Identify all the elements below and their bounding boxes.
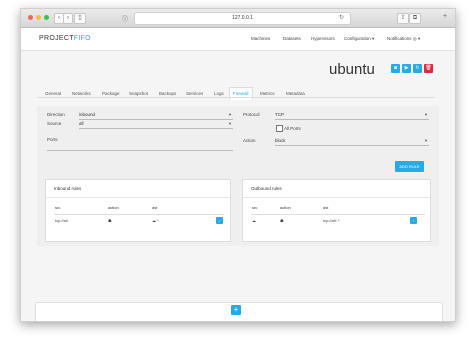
add-rule-button[interactable]: ADD RULE [395, 161, 424, 172]
nav-configuration[interactable]: Configuration ▾ [344, 36, 374, 42]
protocol-value: TCP [275, 112, 284, 117]
app-logo[interactable]: PROJECTFIFO [39, 35, 91, 42]
maximize-window-icon[interactable] [44, 15, 49, 20]
direction-value: inbound [79, 112, 96, 117]
reboot-button[interactable]: ↻ [413, 64, 422, 73]
inbound-rules-card: Inbound rules src action dst tcp://all ☗… [45, 179, 231, 242]
add-button[interactable]: + [231, 305, 241, 315]
nav-notifications[interactable]: Notifications ◎ ▾ [387, 36, 420, 42]
forward-icon[interactable]: › [63, 13, 73, 24]
outbound-row-action: ☗ [280, 218, 284, 223]
sidebar-icon[interactable]: ▯ [74, 13, 86, 24]
inbound-row-dst: ☁ * [152, 218, 159, 223]
tab-firewall[interactable]: Firewall [229, 87, 253, 100]
browser-window: ‹ › ▯ ⓘ 127.0.0.1 ↻ ⇪ ⧉ + PROJECTFIFO Ma… [20, 8, 456, 322]
tabs-icon[interactable]: ⧉ [409, 13, 421, 24]
page-title: ubuntu [329, 61, 375, 78]
plus-icon: + [233, 305, 239, 314]
caret-down-icon: ▼ [424, 112, 428, 117]
outbound-rules-title: Outbound rules [243, 180, 430, 198]
table-divider [54, 214, 224, 215]
ports-input[interactable] [47, 142, 233, 151]
outbound-src-header: src [252, 205, 258, 210]
stop-icon: ■ [393, 65, 398, 71]
outbound-row-src: ☁ [252, 218, 256, 223]
inbound-rules-title: Inbound rules [46, 180, 230, 198]
direction-label: Direction [47, 112, 65, 117]
inbound-row-menu-button[interactable]: › [216, 217, 223, 224]
action-value: block [275, 138, 286, 143]
direction-select[interactable]: inbound ▼ [79, 111, 233, 120]
inbound-dst-header: dst [152, 205, 158, 210]
privacy-icon[interactable]: ⓘ [122, 14, 128, 23]
inbound-row-action: ☗ [108, 218, 112, 223]
url-bar[interactable]: 127.0.0.1 [134, 12, 351, 25]
protocol-select[interactable]: TCP ▼ [275, 111, 429, 120]
tab-metadata[interactable]: Metadata [283, 89, 308, 98]
protocol-label: Protocol [243, 112, 260, 117]
browser-titlebar: ‹ › ▯ ⓘ 127.0.0.1 ↻ ⇪ ⧉ + [21, 9, 455, 28]
chevron-right-icon: › [218, 218, 221, 223]
play-icon: ▶ [404, 65, 409, 71]
outbound-rules-card: Outbound rules src action dst ☁ ☗ tcp://… [242, 179, 431, 242]
inbound-row-src: tcp://all [55, 218, 68, 223]
table-divider [251, 214, 425, 215]
nav-hypervisors[interactable]: Hypervisors [311, 36, 335, 41]
source-select[interactable]: all ▼ [79, 120, 233, 129]
outbound-row-dst: tcp://all: * [323, 218, 340, 223]
action-label: Action [243, 138, 256, 143]
stop-button[interactable]: ■ [391, 64, 400, 73]
all-ports-label: All Ports [284, 126, 301, 131]
outbound-row-menu-button[interactable]: › [410, 217, 417, 224]
source-label: Source [47, 121, 62, 126]
caret-down-icon: ▼ [424, 138, 428, 143]
delete-button[interactable]: 🗑 [424, 64, 433, 73]
reload-icon[interactable]: ↻ [339, 14, 344, 21]
new-tab-icon[interactable]: + [443, 13, 447, 20]
minimize-window-icon[interactable] [36, 15, 41, 20]
outbound-dst-header: dst [323, 205, 329, 210]
url-text: 127.0.0.1 [232, 15, 253, 21]
refresh-icon: ↻ [415, 65, 420, 71]
tab-metrics[interactable]: Metrics [257, 89, 278, 98]
caret-down-icon: ▼ [228, 121, 232, 126]
app-navbar: PROJECTFIFO Machines Datasets Hypervisor… [21, 28, 455, 51]
inbound-src-header: src [55, 205, 61, 210]
caret-down-icon: ▼ [228, 112, 232, 117]
inbound-action-header: action [108, 205, 119, 210]
share-icon[interactable]: ⇪ [397, 13, 409, 24]
nav-datasets[interactable]: Datasets [283, 36, 301, 41]
trash-icon: 🗑 [425, 65, 432, 71]
outbound-action-header: action [280, 205, 291, 210]
nav-machines[interactable]: Machines [251, 36, 270, 41]
tab-divider [37, 97, 435, 98]
action-select[interactable]: block ▼ [275, 137, 429, 146]
all-ports-checkbox[interactable] [276, 125, 283, 132]
chevron-right-icon: › [412, 218, 415, 223]
source-value: all [79, 121, 84, 126]
start-button[interactable]: ▶ [402, 64, 411, 73]
close-window-icon[interactable] [28, 15, 33, 20]
